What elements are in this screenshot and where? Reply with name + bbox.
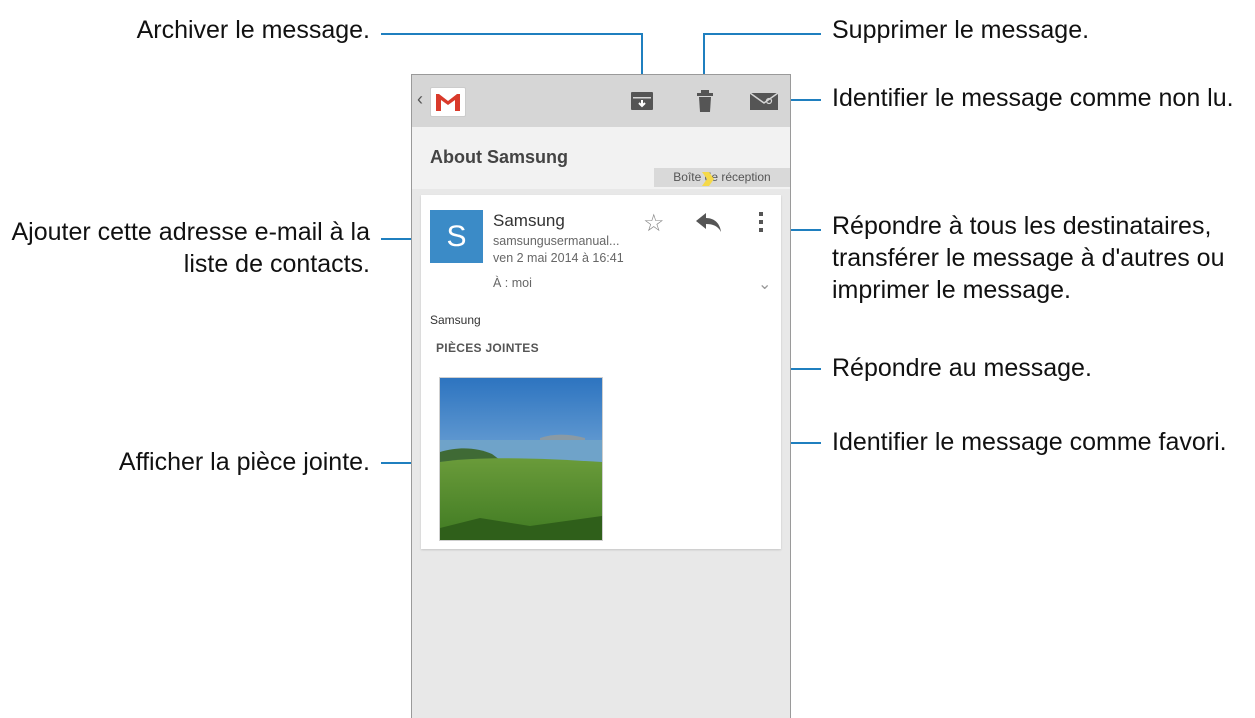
callout-attachment: Afficher la pièce jointe. [118, 448, 370, 476]
callout-more-2: transférer le message à d'autres ou [832, 244, 1225, 272]
phone-screen: ‹ About Samsung Boîte de réception S Sam… [411, 74, 791, 718]
inbox-label[interactable]: Boîte de réception [654, 168, 790, 187]
leader-delete-h [703, 33, 821, 35]
recipient: À : moi [493, 276, 532, 290]
callout-unread: Identifier le message comme non lu. [832, 84, 1234, 112]
message-body: Samsung [430, 313, 481, 327]
archive-icon[interactable] [629, 89, 655, 113]
leader-archive-h [381, 33, 643, 35]
sender-name: Samsung [493, 211, 565, 230]
reply-icon[interactable] [695, 211, 723, 233]
app-bar: ‹ [412, 75, 790, 127]
callout-delete: Supprimer le message. [832, 16, 1090, 44]
callout-add-contact-2: liste de contacts. [183, 250, 370, 278]
chevron-left-icon[interactable]: ‹ [417, 89, 423, 110]
message-card: S Samsung samsungusermanual... ven 2 mai… [421, 195, 781, 549]
envelope-icon[interactable] [749, 89, 779, 113]
overflow-menu-icon[interactable] [758, 211, 764, 233]
chevron-down-icon[interactable]: ⌄ [758, 274, 771, 294]
trash-icon[interactable] [692, 89, 718, 113]
callout-more-1: Répondre à tous les destinataires, [832, 212, 1212, 240]
email-subject: About Samsung [430, 147, 568, 167]
callout-add-contact-1: Ajouter cette adresse e-mail à la [11, 218, 370, 246]
attachment-thumbnail[interactable] [439, 377, 603, 541]
sender-address: samsungusermanual... [493, 234, 620, 248]
gmail-icon[interactable] [430, 87, 466, 117]
callout-more-3: imprimer le message. [832, 276, 1071, 304]
callout-reply: Répondre au message. [832, 354, 1092, 382]
attachments-heading: PIÈCES JOINTES [436, 341, 539, 355]
sender-avatar[interactable]: S [430, 210, 483, 263]
label-arrow-icon [700, 171, 716, 187]
star-icon[interactable]: ☆ [643, 209, 665, 238]
message-date: ven 2 mai 2014 à 16:41 [493, 251, 624, 265]
callout-archive: Archiver le message. [136, 16, 370, 44]
callout-favorite: Identifier le message comme favori. [832, 428, 1227, 456]
